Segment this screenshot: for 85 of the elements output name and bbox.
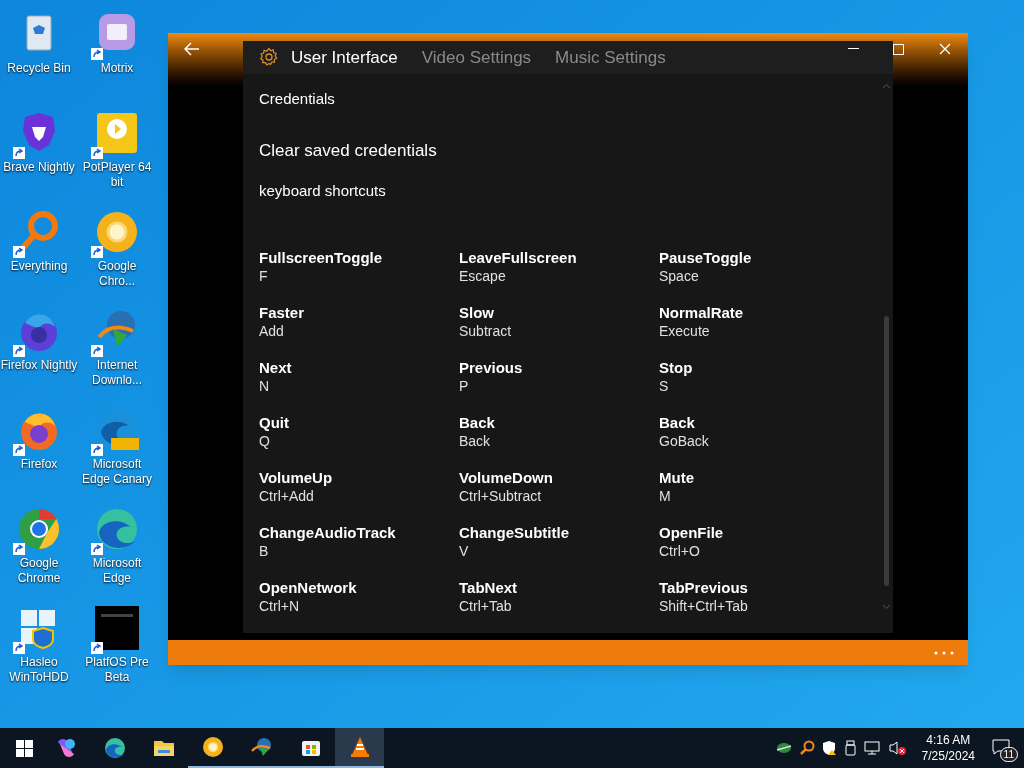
desktop-icon-label[interactable]: Microsoft Edge Canary — [78, 457, 156, 487]
search-icon[interactable] — [798, 740, 815, 756]
desktop-icon-label[interactable]: Everything — [0, 259, 78, 274]
desktop-icon-label[interactable]: Google Chrome — [0, 556, 78, 586]
notification-count: 11 — [999, 747, 1018, 762]
desktop-icon-label[interactable]: Google Chro... — [78, 259, 156, 289]
shortcut-name: Previous — [459, 358, 523, 377]
shortcut-name: Stop — [659, 358, 693, 377]
tab[interactable]: Music Settings — [555, 44, 666, 70]
shortcut-name: VolumeUp — [259, 468, 333, 487]
shortcuts-heading: keyboard shortcuts — [259, 180, 387, 201]
shortcut-key: GoBack — [659, 432, 709, 451]
shortcut-name: NormalRate — [659, 303, 744, 322]
notification-button[interactable]: 11 — [990, 736, 1016, 760]
back-arrow-icon[interactable] — [184, 42, 200, 56]
close-icon[interactable] — [939, 43, 951, 55]
app-icon[interactable] — [93, 604, 141, 652]
browser-icon — [102, 736, 127, 760]
shortcut-name: OpenFile — [659, 523, 724, 542]
shortcut-key: F — [259, 267, 268, 286]
shortcut-name: Faster — [259, 303, 305, 322]
desktop-icon-label[interactable]: Brave Nightly — [0, 160, 78, 175]
shortcut-key: P — [459, 377, 469, 396]
shortcut-name: LeaveFullscreen — [459, 248, 577, 267]
shortcut-key: Ctrl+Subtract — [459, 487, 542, 506]
shortcut-name: Back — [659, 413, 695, 432]
shortcut-name: Quit — [259, 413, 289, 432]
shortcut-name: ChangeAudioTrack — [259, 523, 396, 542]
shortcut-name: PauseToggle — [659, 248, 752, 267]
shortcut-name: TabNext — [459, 578, 518, 597]
start-icon[interactable] — [16, 739, 33, 757]
desktop-icon-label[interactable]: Firefox — [0, 457, 78, 472]
shortcut-key: Escape — [459, 267, 506, 286]
scroll-up-icon[interactable] — [882, 82, 891, 89]
shield-icon[interactable] — [821, 740, 838, 756]
shortcut-name: ChangeSubtitle — [459, 523, 569, 542]
shortcut-key: Add — [259, 322, 284, 341]
shortcut-name: OpenNetwork — [259, 578, 357, 597]
desktop-icon-label[interactable]: Internet Downlo... — [78, 358, 156, 388]
settings-icon — [259, 47, 279, 68]
shortcut-key: Subtract — [459, 322, 512, 341]
maximize-icon[interactable] — [893, 44, 904, 55]
globe-icon[interactable] — [775, 741, 792, 755]
section-heading: Credentials — [259, 88, 336, 109]
minimize-icon[interactable] — [848, 48, 859, 50]
shortcut-key: Ctrl+O — [659, 542, 700, 561]
shortcut-key: Space — [659, 267, 699, 286]
shortcut-key: N — [259, 377, 270, 396]
shortcut-key: S — [659, 377, 669, 396]
shortcut-key: M — [659, 487, 671, 506]
shortcut-key: B — [259, 542, 269, 561]
shortcut-key: Shift+Ctrl+Tab — [659, 597, 748, 616]
shortcut-name: Next — [259, 358, 292, 377]
clear-credentials-button[interactable]: Clear saved credentials — [259, 138, 437, 164]
shortcut-key: Ctrl+Tab — [459, 597, 512, 616]
clock-date[interactable]: 7/25/2024 — [921, 748, 975, 764]
scrollbar[interactable] — [884, 315, 889, 586]
network-icon[interactable] — [863, 740, 882, 756]
scroll-down-icon[interactable] — [882, 603, 891, 610]
usb-drive-icon[interactable] — [844, 740, 857, 756]
desktop-icon-label[interactable]: PlatfOS Pre Beta — [78, 655, 156, 685]
shortcut-name: TabPrevious — [659, 578, 748, 597]
shortcut-key: Q — [259, 432, 270, 451]
clock-time[interactable]: 4:16 AM — [926, 732, 971, 748]
shortcut-name: Mute — [659, 468, 694, 487]
shortcut-name: Slow — [459, 303, 494, 322]
shortcut-name: FullscreenToggle — [259, 248, 383, 267]
shortcut-key: Execute — [659, 322, 710, 341]
desktop-icon-label[interactable]: Recycle Bin — [0, 61, 78, 76]
tab[interactable]: User Interface — [291, 44, 398, 70]
desktop-icon-label[interactable]: PotPlayer 64 bit — [78, 160, 156, 190]
browser-icon — [200, 735, 225, 759]
desktop-icon-label[interactable]: Firefox Nightly — [0, 358, 78, 373]
desktop-icon-label[interactable]: Hasleo WinToHDD — [0, 655, 78, 685]
shortcut-name: VolumeDown — [459, 468, 553, 487]
shortcut-key: Ctrl+N — [259, 597, 300, 616]
speaker-muted-icon[interactable] — [888, 740, 907, 756]
tab[interactable]: Video Settings — [421, 44, 532, 70]
shortcut-key: Back — [459, 432, 491, 451]
desktop-icon-label[interactable]: Microsoft Edge — [78, 556, 156, 586]
desktop-icon-label[interactable]: Motrix — [78, 61, 156, 76]
shortcut-key: Ctrl+Add — [259, 487, 314, 506]
more-icon[interactable] — [934, 650, 954, 655]
shortcut-name: Back — [459, 413, 495, 432]
shortcut-key: V — [459, 542, 469, 561]
